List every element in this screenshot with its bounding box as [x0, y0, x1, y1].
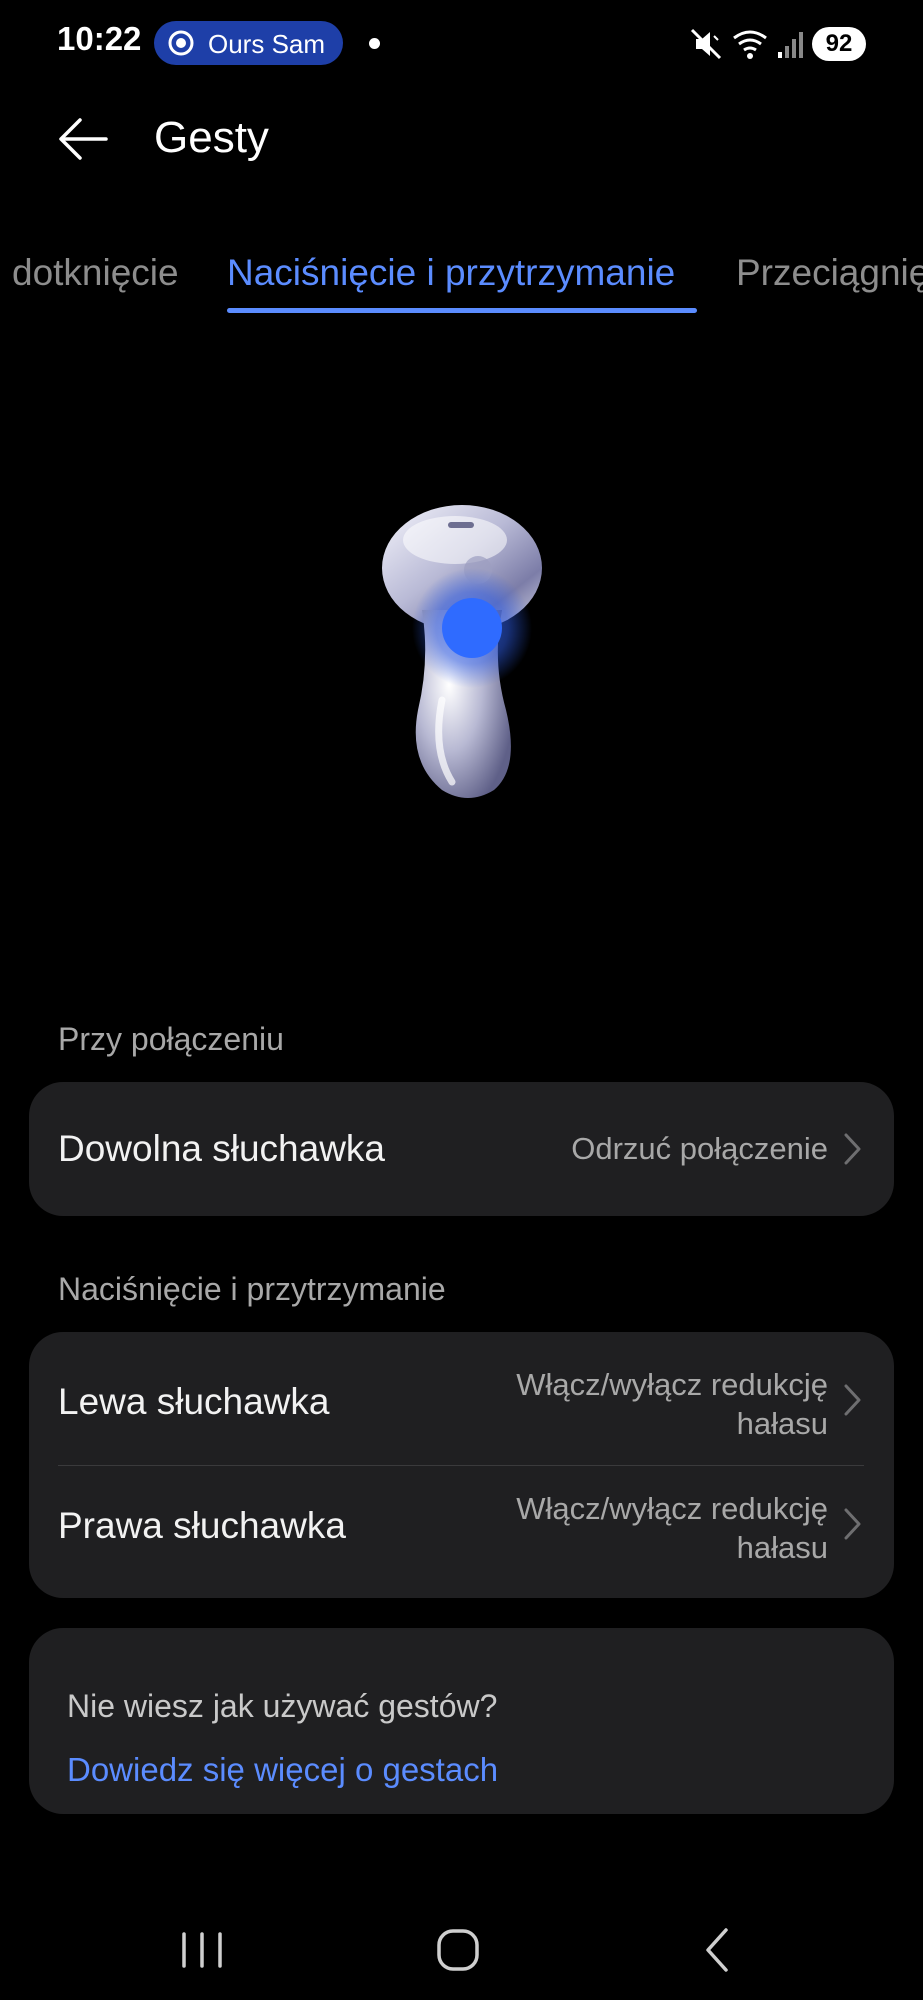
learn-more-link[interactable]: Dowiedz się więcej o gestach — [67, 1751, 498, 1789]
card-during-call: Dowolna słuchawka Odrzuć połączenie — [29, 1082, 894, 1216]
notification-dot — [369, 38, 380, 49]
row-right-earbud[interactable]: Prawa słuchawka Włącz/wyłącz redukcję ha… — [29, 1465, 894, 1598]
row-value-line1: Włącz/wyłącz redukcję — [516, 1491, 828, 1526]
row-value: Odrzuć połączenie — [571, 1131, 828, 1166]
row-value-line2: hałasu — [736, 1530, 828, 1565]
row-label: Prawa słuchawka — [58, 1505, 346, 1546]
status-time: 10:22 — [57, 20, 142, 57]
row-label: Lewa słuchawka — [58, 1381, 330, 1422]
page-title: Gesty — [154, 113, 269, 162]
row-any-earbud[interactable]: Dowolna słuchawka Odrzuć połączenie — [29, 1082, 894, 1216]
earbud-illustration — [382, 505, 542, 798]
help-question: Nie wiesz jak używać gestów? — [67, 1688, 498, 1724]
record-icon — [168, 30, 194, 56]
section-label-during-call: Przy połączeniu — [58, 1021, 284, 1057]
help-card: Nie wiesz jak używać gestów? Dowiedz się… — [29, 1628, 894, 1814]
arrow-left-icon[interactable] — [56, 112, 110, 166]
row-value: Włącz/wyłącz redukcję hałasu — [516, 1365, 828, 1443]
home-icon[interactable] — [428, 1920, 488, 1980]
tab-press-and-hold[interactable]: Naciśnięcie i przytrzymanie — [227, 252, 675, 294]
section-label-press-and-hold: Naciśnięcie i przytrzymanie — [58, 1271, 446, 1307]
chevron-right-icon — [844, 1133, 861, 1165]
wifi-icon — [733, 30, 767, 59]
signal-icon — [778, 32, 803, 58]
row-left-earbud[interactable]: Lewa słuchawka Włącz/wyłącz redukcję hał… — [29, 1332, 894, 1465]
media-pill-label: Ours Sam — [208, 29, 326, 59]
recents-icon[interactable] — [172, 1920, 232, 1980]
chevron-right-icon — [844, 1508, 861, 1540]
navigation-bar — [0, 1900, 923, 2000]
row-value-line1: Włącz/wyłącz redukcję — [516, 1367, 828, 1402]
row-label: Dowolna słuchawka — [58, 1128, 386, 1169]
row-value: Włącz/wyłącz redukcję hałasu — [516, 1489, 828, 1567]
row-value-line2: hałasu — [736, 1406, 828, 1441]
gesture-tabs: dotknięcie Naciśnięcie i przytrzymanie P… — [0, 246, 923, 318]
tab-double-touch[interactable]: dotknięcie — [12, 252, 179, 294]
chevron-right-icon — [844, 1384, 861, 1416]
media-pill[interactable]: Ours Sam — [154, 21, 343, 65]
status-bar: 10:22 Ours Sam 92 — [0, 0, 923, 88]
vibrate-mute-icon — [690, 28, 722, 60]
tab-active-indicator — [227, 308, 697, 313]
tab-swipe[interactable]: Przeciągnięcie — [736, 252, 923, 294]
card-press-and-hold: Lewa słuchawka Włącz/wyłącz redukcję hał… — [29, 1332, 894, 1598]
battery-badge: 92 — [812, 27, 866, 61]
back-icon[interactable] — [688, 1920, 748, 1980]
